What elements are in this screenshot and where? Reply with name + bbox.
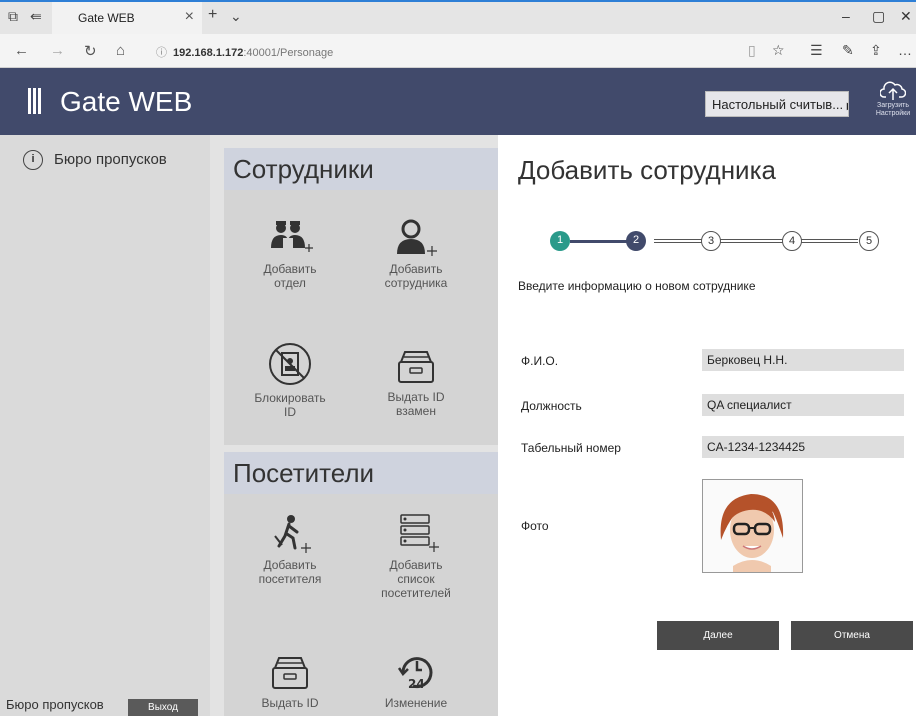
issue-replacement-label-1: Выдать ID (387, 390, 445, 404)
add-visitor-list-tile[interactable]: Добавить список посетителей (361, 512, 471, 600)
cloud-upload-icon (880, 81, 906, 100)
step-3[interactable]: 3 (701, 231, 721, 251)
add-visitor-tile[interactable]: Добавить посетителя (235, 512, 345, 586)
sidebar-item-pass-office[interactable]: Бюро пропусков (54, 151, 167, 168)
employee-number-field[interactable]: CA-1234-1234425 (702, 436, 904, 458)
position-field[interactable]: QA специалист (702, 394, 904, 416)
refresh-icon[interactable]: ↻ (84, 42, 97, 60)
clock-24-icon: 24 (397, 657, 433, 691)
person-photo-icon (703, 480, 802, 572)
restore-icon[interactable]: ▢ (872, 8, 885, 25)
block-id-icon (269, 343, 311, 385)
add-employee-tile[interactable]: Добавить сотрудника (361, 218, 471, 290)
block-id-label-1: Блокировать (254, 391, 326, 405)
info-icon: i (23, 150, 43, 170)
site-info-icon[interactable]: ⓘ (156, 47, 167, 59)
add-visitor-label-2: посетителя (258, 572, 322, 586)
exit-button[interactable]: Выход (128, 699, 198, 716)
add-visitor-list-label-3: посетителей (381, 586, 451, 600)
add-visitor-label-1: Добавить (263, 558, 317, 572)
url-field[interactable]: ⓘ 192.168.1.172:40001/Personage (156, 44, 333, 60)
add-department-tile[interactable]: Добавить отдел (235, 218, 345, 290)
app-title: Gate WEB (60, 86, 193, 117)
new-tab-icon[interactable]: + (208, 6, 217, 24)
browser-tab[interactable]: Gate WEB × (52, 2, 202, 34)
pen-icon[interactable]: ✎ (842, 42, 854, 59)
employee-number-label: Табельный номер (521, 441, 621, 455)
add-department-icon (271, 221, 313, 252)
url-path: :40001/Personage (243, 47, 334, 59)
svg-text:24: 24 (408, 677, 425, 691)
visitors-heading: Посетители (224, 452, 498, 494)
tab-manager-icon[interactable]: ⧉ (8, 8, 18, 25)
upload-settings-button[interactable]: Загрузить Настройки (872, 80, 914, 128)
add-department-label-2: отдел (274, 276, 306, 290)
change-tile[interactable]: 24 Изменение (361, 652, 471, 710)
form-title: Добавить сотрудника (518, 155, 776, 185)
favorite-star-icon[interactable]: ☆ (772, 42, 785, 59)
reader-select[interactable]: Настольный считыв... ▶ (705, 91, 849, 117)
issue-id-icon (398, 351, 434, 383)
cancel-button[interactable]: Отмена (791, 621, 913, 650)
issue-visitor-id-label: Выдать ID (261, 696, 319, 710)
address-bar: ← → ↻ ⌂ ⓘ 192.168.1.172:40001/Personage ▯… (0, 34, 916, 68)
home-icon[interactable]: ⌂ (116, 42, 125, 59)
issue-replacement-id-tile[interactable]: Выдать ID взамен (361, 346, 471, 418)
stepper-line-done (570, 240, 634, 243)
reader-select-value: Настольный считыв... (712, 97, 844, 112)
add-visitor-list-icon (400, 514, 439, 552)
next-button[interactable]: Далее (657, 621, 779, 650)
full-name-field[interactable]: Берковец Н.Н. (702, 349, 904, 371)
tabs-aside-icon[interactable]: ⇚ (30, 8, 42, 25)
sidebar-footer-label: Бюро пропусков (6, 697, 104, 712)
full-name-label: Ф.И.О. (521, 354, 559, 368)
share-icon[interactable]: ⇪ (870, 42, 882, 59)
upload-label: Загрузить (877, 102, 909, 109)
step-2[interactable]: 2 (626, 231, 646, 251)
browser-tab-title: Gate WEB (78, 11, 135, 25)
add-department-label-1: Добавить (263, 262, 317, 276)
change-label: Изменение (384, 696, 448, 710)
forward-arrow-icon[interactable]: → (50, 42, 65, 59)
browser-tab-bar: ⧉ ⇚ Gate WEB × + ⌄ – ▢ ✕ (0, 0, 916, 34)
add-employee-label-1: Добавить (389, 262, 443, 276)
back-arrow-icon[interactable]: ← (14, 42, 29, 59)
tab-list-chevron-icon[interactable]: ⌄ (230, 8, 242, 25)
menu-icon[interactable] (28, 88, 42, 114)
block-id-tile[interactable]: Блокировать ID (235, 341, 345, 419)
url-host: 192.168.1.172 (173, 47, 244, 59)
settings-label: Настройки (875, 110, 911, 117)
more-icon[interactable]: … (898, 42, 912, 58)
step-1[interactable]: 1 (550, 231, 570, 251)
step-4[interactable]: 4 (782, 231, 802, 251)
add-visitor-list-label-1: Добавить (389, 558, 443, 572)
close-tab-icon[interactable]: × (185, 8, 194, 26)
issue-visitor-id-tile[interactable]: Выдать ID (235, 652, 345, 710)
add-employee-icon (397, 219, 437, 256)
form-instruction: Введите информацию о новом сотруднике (518, 279, 756, 293)
employee-photo[interactable] (702, 479, 803, 573)
sidebar (0, 135, 210, 716)
add-employee-label-2: сотрудника (384, 276, 448, 290)
employees-heading: Сотрудники (224, 148, 498, 190)
issue-id-icon (272, 657, 308, 689)
step-5[interactable]: 5 (859, 231, 879, 251)
add-visitor-list-label-2: список (397, 572, 435, 586)
close-window-icon[interactable]: ✕ (900, 8, 912, 25)
photo-label: Фото (521, 519, 549, 533)
play-arrow-icon: ▶ (847, 101, 848, 112)
minimize-icon[interactable]: – (842, 8, 850, 24)
position-label: Должность (521, 399, 582, 413)
add-visitor-icon (274, 515, 311, 553)
favorites-list-icon[interactable]: ☰ (810, 42, 823, 59)
issue-replacement-label-2: взамен (396, 404, 436, 418)
stepper-line-pending (654, 239, 858, 243)
reading-view-icon[interactable]: ▯ (748, 42, 756, 59)
block-id-label-2: ID (284, 405, 296, 419)
